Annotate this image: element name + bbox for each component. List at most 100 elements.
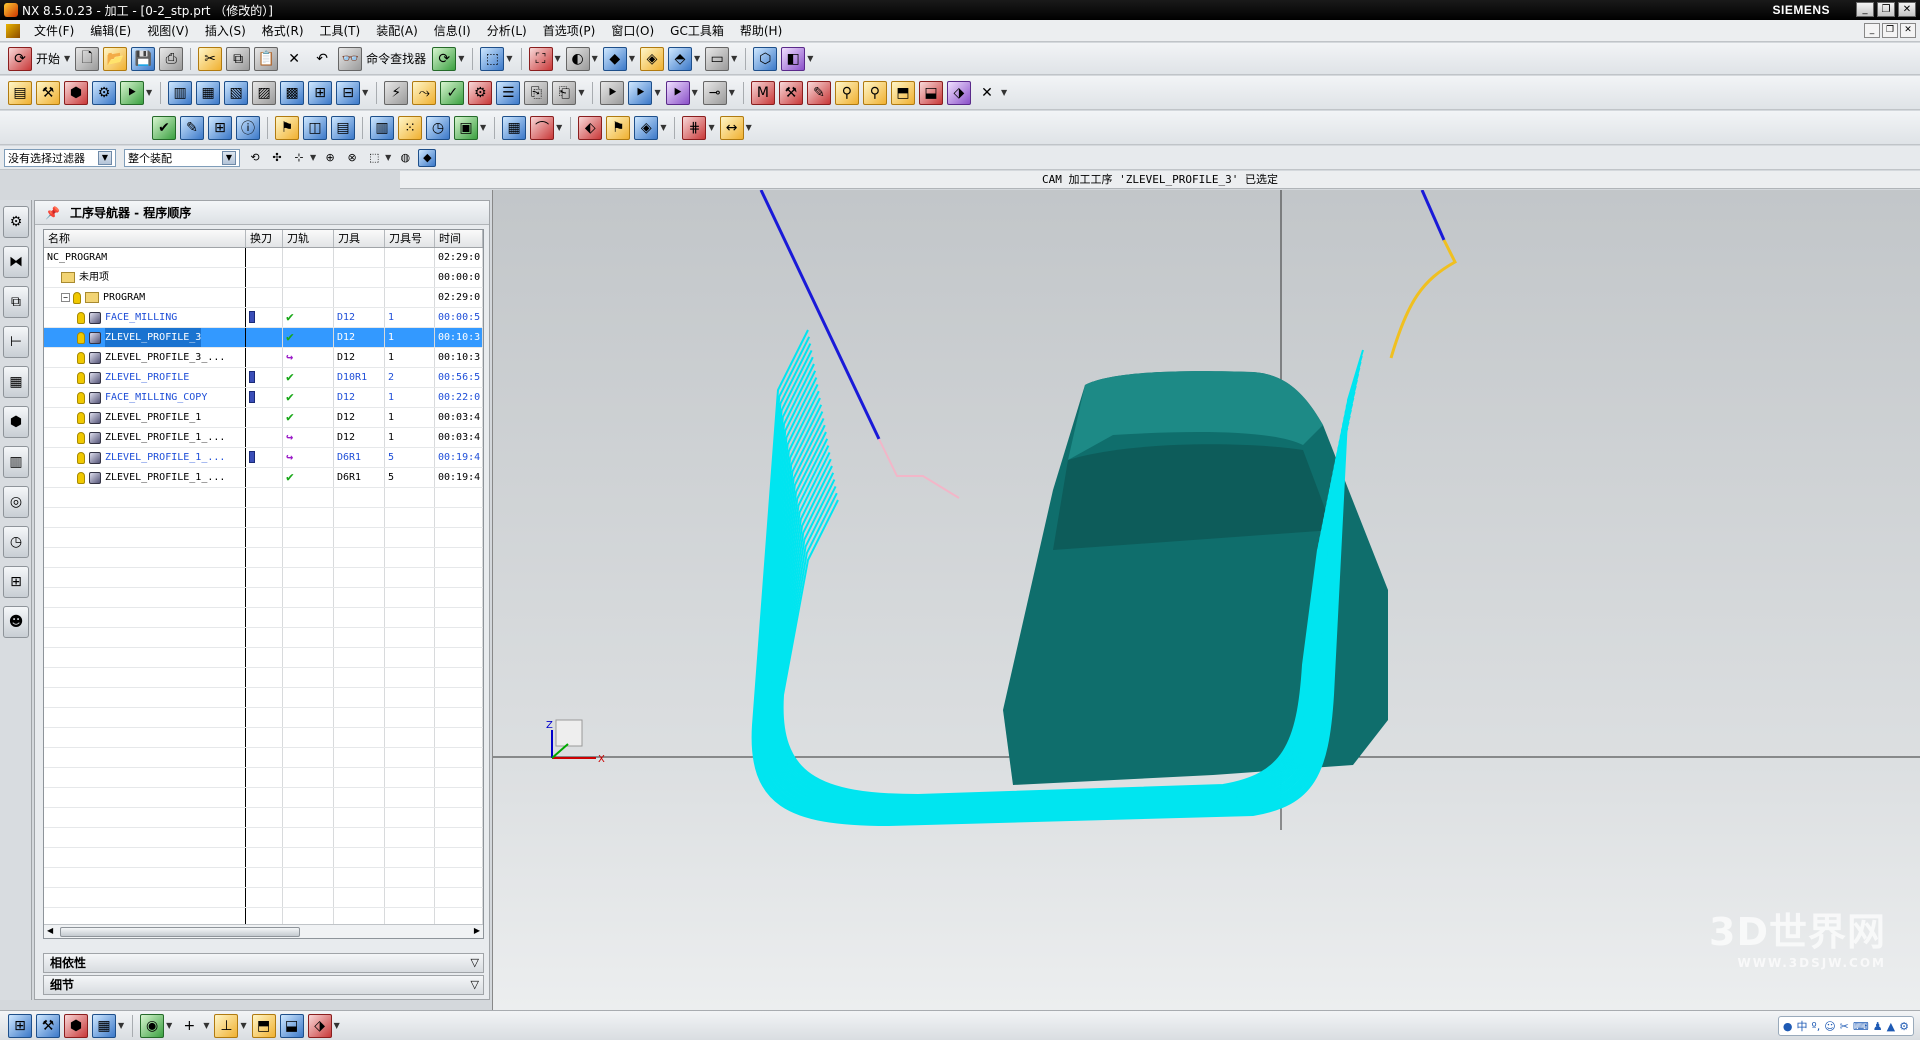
drill-icon[interactable]: ⊥: [214, 1013, 239, 1038]
minimize-button[interactable]: _: [1856, 2, 1874, 17]
pin-icon[interactable]: 📌: [45, 206, 60, 220]
menu-analysis[interactable]: 分析(L): [479, 22, 535, 39]
start-button-label[interactable]: 开始: [36, 50, 60, 67]
new-file-icon[interactable]: 🗋: [75, 46, 100, 71]
grid-dropdown-icon[interactable]: ▼: [708, 123, 714, 132]
ime-user-icon[interactable]: ♟: [1873, 1020, 1883, 1033]
feature-group-icon[interactable]: ⬢: [3, 406, 29, 438]
collision-check-icon[interactable]: ⚲: [862, 80, 887, 105]
menu-format[interactable]: 格式(R): [254, 22, 312, 39]
open-folder-icon[interactable]: 📂: [103, 46, 128, 71]
table-row[interactable]: FACE_MILLING ✔ D12 1 00:00:5: [44, 308, 483, 328]
stock-icon[interactable]: ⬒: [890, 80, 915, 105]
menu-gc-toolkit[interactable]: GC工具箱: [662, 22, 732, 39]
fit-dropdown-icon[interactable]: ▼: [555, 54, 561, 63]
layer-icon[interactable]: ◧: [781, 46, 806, 71]
restore-button[interactable]: ❐: [1877, 2, 1895, 17]
show-toolpath-icon[interactable]: ⯈: [600, 80, 625, 105]
scroll-left-icon[interactable]: ◀: [47, 926, 53, 935]
parallel-icon[interactable]: ▥: [370, 115, 394, 140]
object-icon[interactable]: ⬗: [946, 80, 971, 105]
start-icon[interactable]: ⟳: [8, 46, 32, 71]
table-row[interactable]: ZLEVEL_PROFILE_1_... ✔ D6R1 5 00:19:4: [44, 468, 483, 488]
table-row[interactable]: ZLEVEL_PROFILE_1_... ↪ D6R1 5 00:19:4: [44, 448, 483, 468]
menu-insert[interactable]: 插入(S): [197, 22, 254, 39]
undo-icon[interactable]: ↶: [310, 47, 334, 71]
ime-tools-icon[interactable]: ✂: [1840, 1020, 1849, 1033]
list-toolpath-icon[interactable]: ☰: [496, 80, 521, 105]
snap-point-icon[interactable]: ✣: [268, 149, 286, 167]
geometry-view-icon[interactable]: ▧: [224, 80, 249, 105]
column-header-tool-number[interactable]: 刀具号: [385, 230, 435, 247]
shop-doc-icon[interactable]: ⎗: [552, 80, 577, 105]
delete-icon[interactable]: ✕: [282, 47, 306, 71]
view-select-icon[interactable]: ◍: [396, 149, 414, 167]
box-select-icon[interactable]: ⬚: [365, 149, 383, 167]
cell-name[interactable]: ZLEVEL_PROFILE_3: [44, 328, 246, 347]
nav-method-icon[interactable]: ▦: [92, 1013, 116, 1038]
rotate-dropdown-icon[interactable]: ▼: [592, 54, 598, 63]
constraint-navigator-icon[interactable]: ⧓: [3, 246, 29, 278]
cross-icon[interactable]: ⊗: [343, 149, 361, 167]
ime-settings-icon[interactable]: ⚙: [1899, 1020, 1909, 1033]
time-icon[interactable]: ◷: [426, 115, 450, 140]
nav-machine-icon[interactable]: ⚒: [36, 1013, 60, 1038]
path-display-icon[interactable]: ⯈: [628, 80, 653, 105]
point-icon[interactable]: ⊕: [321, 149, 339, 167]
menu-tools[interactable]: 工具(T): [312, 22, 369, 39]
method-view-icon[interactable]: ▨: [252, 80, 277, 105]
select-dropdown-icon[interactable]: ▼: [506, 54, 512, 63]
reuse-library-icon[interactable]: ▥: [3, 446, 29, 478]
curve-icon[interactable]: ⌒: [530, 115, 555, 140]
ime-language-label[interactable]: 中: [1797, 1018, 1808, 1034]
color-icon[interactable]: ◉: [140, 1013, 165, 1038]
dependencies-panel[interactable]: 相依性 ▽: [43, 953, 484, 973]
scope-select[interactable]: 整个装配 ▼: [124, 148, 240, 167]
menu-info[interactable]: 信息(I): [426, 22, 479, 39]
column-header-cutter[interactable]: 刀具: [334, 230, 385, 247]
cut-icon[interactable]: ✂: [198, 46, 223, 71]
graphics-window[interactable]: X Z 3D世界网 WWW.3DSJW.COM: [492, 190, 1920, 1010]
cell-name[interactable]: ZLEVEL_PROFILE_1_...: [44, 448, 246, 467]
ipw-icon[interactable]: ⬓: [918, 80, 943, 105]
paste-icon[interactable]: 📋: [254, 46, 279, 71]
nav-tree-icon[interactable]: ⊞: [8, 1013, 32, 1038]
dimension-icon[interactable]: ↔: [719, 115, 744, 140]
menu-assembly[interactable]: 装配(A): [368, 22, 426, 39]
shade-icon[interactable]: ⬗: [307, 1013, 332, 1038]
curve-rule-dropdown-icon[interactable]: ▼: [310, 153, 316, 162]
measure-icon[interactable]: ⬖: [578, 115, 603, 140]
nav-geometry-icon[interactable]: ⬢: [64, 1013, 88, 1038]
ime-keyboard-icon[interactable]: ⌨: [1853, 1020, 1869, 1033]
verify-toolpath-icon[interactable]: ✓: [440, 80, 465, 105]
cell-name[interactable]: ZLEVEL_PROFILE_1: [44, 408, 246, 427]
transform-dropdown-icon[interactable]: ▼: [692, 88, 698, 97]
gouge-check-icon[interactable]: ⚲: [834, 80, 859, 105]
feeds-speeds-icon[interactable]: M: [750, 80, 775, 105]
orient-dropdown-icon[interactable]: ▼: [694, 54, 700, 63]
rotate-view-icon[interactable]: ◐: [565, 46, 590, 71]
table-row[interactable]: ZLEVEL_PROFILE_3 ✔ D12 1 00:10:3: [44, 328, 483, 348]
cell-name[interactable]: ZLEVEL_PROFILE: [44, 368, 246, 387]
grid-icon[interactable]: ⋕: [682, 115, 707, 140]
cell-name[interactable]: ZLEVEL_PROFILE_1_...: [44, 428, 246, 447]
cell-name[interactable]: ZLEVEL_PROFILE_3_...: [44, 348, 246, 367]
create-dropdown-icon[interactable]: ▼: [146, 88, 152, 97]
scroll-thumb[interactable]: [60, 927, 300, 937]
start-dropdown-icon[interactable]: ▼: [64, 54, 70, 63]
print-icon[interactable]: ⎙: [159, 46, 184, 71]
menu-view[interactable]: 视图(V): [139, 22, 197, 39]
copy-icon[interactable]: ⧉: [226, 46, 251, 71]
table-row[interactable]: NC_PROGRAM 02:29:0: [44, 248, 483, 268]
scroll-right-icon[interactable]: ▶: [474, 926, 480, 935]
curve-dropdown-icon[interactable]: ▼: [556, 123, 562, 132]
box-select-dropdown-icon[interactable]: ▼: [385, 153, 391, 162]
table-row[interactable]: ZLEVEL_PROFILE_3_... ↪ D12 1 00:10:3: [44, 348, 483, 368]
create-operation-icon[interactable]: ⯈: [120, 80, 144, 105]
dimension-dropdown-icon[interactable]: ▼: [746, 123, 752, 132]
layer-dropdown-icon[interactable]: ▼: [807, 54, 813, 63]
command-finder-icon[interactable]: 👓: [338, 46, 363, 71]
horizontal-scrollbar[interactable]: ◀ ▶: [44, 924, 483, 938]
analyze-icon[interactable]: ⚑: [606, 115, 631, 140]
cell-name[interactable]: FACE_MILLING_COPY: [44, 388, 246, 407]
